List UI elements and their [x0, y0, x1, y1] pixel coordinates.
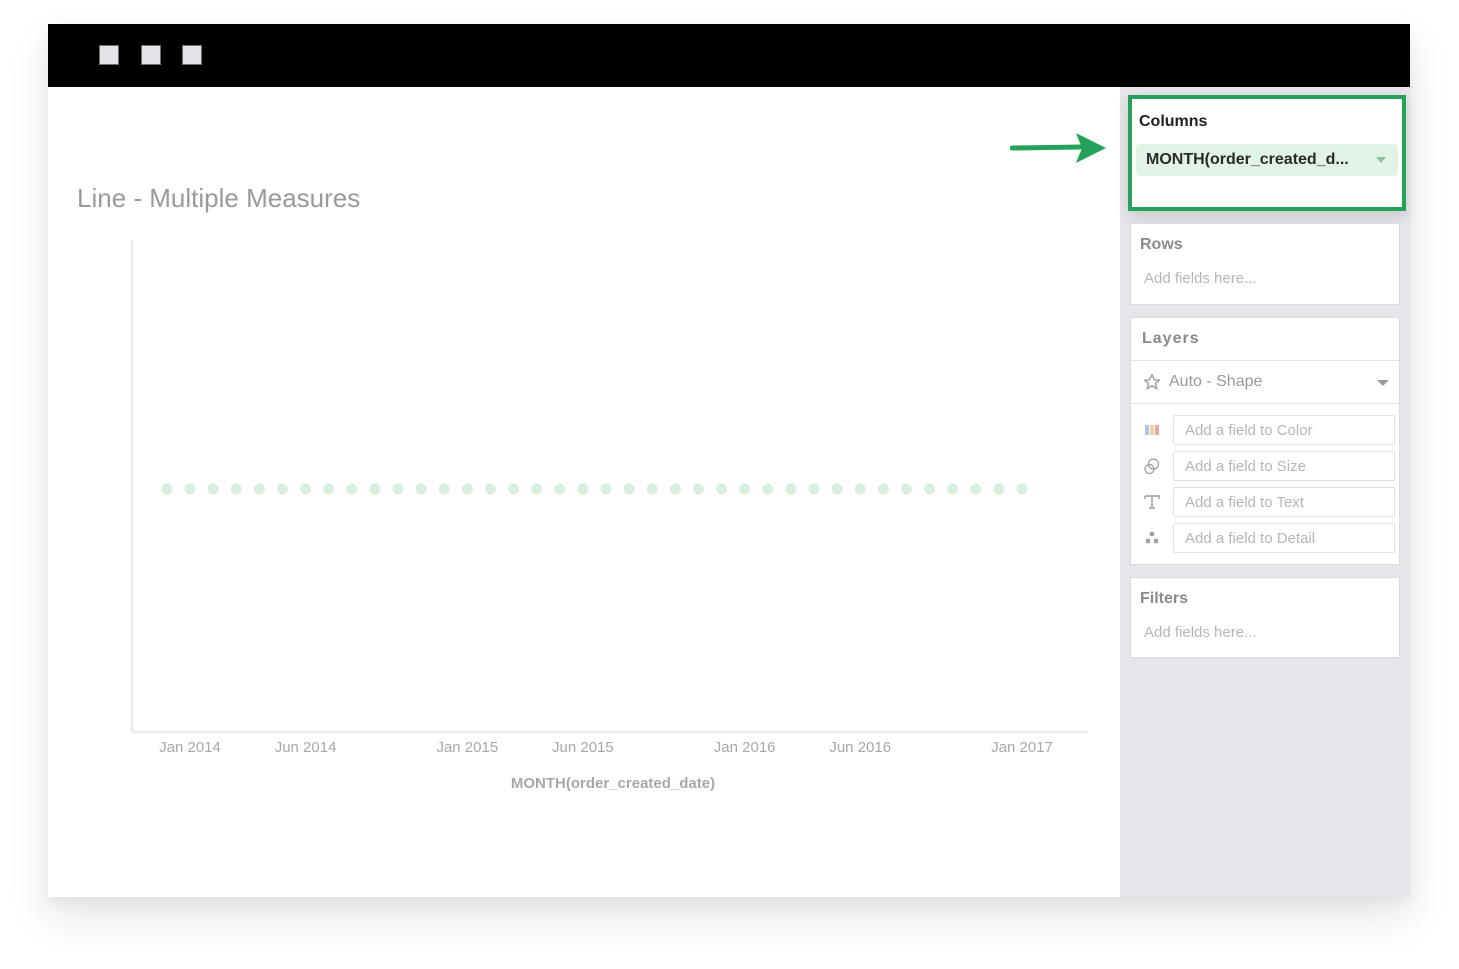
divider — [1131, 403, 1399, 404]
encoding-detail: Add a field to Detail — [1131, 523, 1399, 553]
data-point[interactable] — [623, 483, 635, 495]
size-shapes-icon — [1144, 458, 1160, 475]
x-tick-label: Jan 2016 — [714, 739, 776, 756]
app-window: Line - Multiple Measures Jan 2014 Jun 201… — [48, 24, 1410, 897]
data-point[interactable] — [993, 483, 1005, 495]
sidebar: Columns MONTH(order_created_d... Rows Ad… — [1120, 87, 1410, 897]
color-field-input[interactable]: Add a field to Color — [1173, 415, 1395, 445]
chevron-down-icon[interactable] — [1377, 380, 1389, 386]
filters-title: Filters — [1140, 590, 1189, 607]
data-point[interactable] — [947, 483, 959, 495]
data-point[interactable] — [900, 483, 912, 495]
chart-canvas: Jan 2014 Jun 2014 Jan 2015 Jun 2015 Jan 2016… — [130, 240, 1088, 792]
color-bars-icon — [1145, 425, 1159, 435]
data-point[interactable] — [438, 483, 450, 495]
data-point[interactable] — [300, 483, 312, 495]
encoding-text: Add a field to Text — [1131, 487, 1399, 517]
data-point[interactable] — [854, 483, 866, 495]
mark-type-select[interactable]: Auto - Shape — [1131, 361, 1399, 403]
data-point[interactable] — [415, 483, 427, 495]
data-point[interactable] — [531, 483, 543, 495]
data-point[interactable] — [484, 483, 496, 495]
data-point[interactable] — [739, 483, 751, 495]
columns-shelf: Columns MONTH(order_created_d... — [1128, 95, 1406, 211]
data-point[interactable] — [346, 483, 358, 495]
columns-field-label: MONTH(order_created_d... — [1146, 151, 1349, 168]
data-point[interactable] — [762, 483, 774, 495]
detail-dots-icon — [1145, 531, 1159, 544]
x-tick-label: Jun 2014 — [275, 739, 337, 756]
rows-shelf[interactable]: Rows Add fields here... — [1130, 223, 1400, 305]
window-button-1[interactable] — [99, 45, 119, 65]
x-axis-label: MONTH(order_created_date) — [511, 775, 715, 792]
encoding-color: Add a field to Color — [1131, 415, 1399, 445]
data-point[interactable] — [161, 483, 173, 495]
data-point[interactable] — [600, 483, 612, 495]
x-tick-label: Jun 2016 — [829, 739, 891, 756]
x-tick-label: Jun 2015 — [552, 739, 614, 756]
columns-title: Columns — [1139, 113, 1208, 130]
data-point[interactable] — [392, 483, 404, 495]
data-point[interactable] — [184, 483, 196, 495]
data-point[interactable] — [1016, 483, 1028, 495]
rows-title: Rows — [1140, 236, 1183, 253]
data-point[interactable] — [716, 483, 728, 495]
text-t-icon — [1144, 495, 1160, 509]
data-point[interactable] — [646, 483, 658, 495]
columns-field-pill[interactable]: MONTH(order_created_d... — [1136, 144, 1398, 176]
data-point[interactable] — [276, 483, 288, 495]
data-point[interactable] — [808, 483, 820, 495]
encoding-size: Add a field to Size — [1131, 451, 1399, 481]
chevron-down-icon[interactable] — [1376, 157, 1386, 163]
filters-placeholder: Add fields here... — [1144, 624, 1257, 641]
size-field-input[interactable]: Add a field to Size — [1173, 451, 1395, 481]
data-point[interactable] — [577, 483, 589, 495]
chart-area: Line - Multiple Measures Jan 2014 Jun 201… — [48, 87, 1120, 897]
x-tick-label: Jan 2017 — [991, 739, 1053, 756]
filters-shelf[interactable]: Filters Add fields here... — [1130, 577, 1400, 658]
annotation-arrow-icon — [1010, 133, 1106, 163]
layers-panel: Layers Auto - Shape Add a field to Color — [1130, 317, 1400, 565]
data-point[interactable] — [970, 483, 982, 495]
data-point[interactable] — [323, 483, 335, 495]
data-point[interactable] — [554, 483, 566, 495]
data-point[interactable] — [669, 483, 681, 495]
window-button-3[interactable] — [182, 45, 202, 65]
data-point[interactable] — [369, 483, 381, 495]
title-bar — [48, 24, 1410, 87]
data-point[interactable] — [924, 483, 936, 495]
layers-title: Layers — [1142, 330, 1200, 347]
x-tick-label: Jan 2014 — [159, 739, 221, 756]
text-field-input[interactable]: Add a field to Text — [1173, 487, 1395, 517]
detail-field-input[interactable]: Add a field to Detail — [1173, 523, 1395, 553]
data-point[interactable] — [230, 483, 242, 495]
rows-placeholder: Add fields here... — [1144, 270, 1257, 287]
data-point[interactable] — [253, 483, 265, 495]
data-point[interactable] — [877, 483, 889, 495]
data-point[interactable] — [207, 483, 219, 495]
x-tick-label: Jan 2015 — [436, 739, 498, 756]
mark-type-label: Auto - Shape — [1169, 373, 1263, 390]
data-point[interactable] — [508, 483, 520, 495]
data-point[interactable] — [785, 483, 797, 495]
star-icon — [1143, 373, 1161, 390]
data-point[interactable] — [831, 483, 843, 495]
window-button-2[interactable] — [141, 45, 161, 65]
data-point[interactable] — [692, 483, 704, 495]
data-point[interactable] — [461, 483, 473, 495]
